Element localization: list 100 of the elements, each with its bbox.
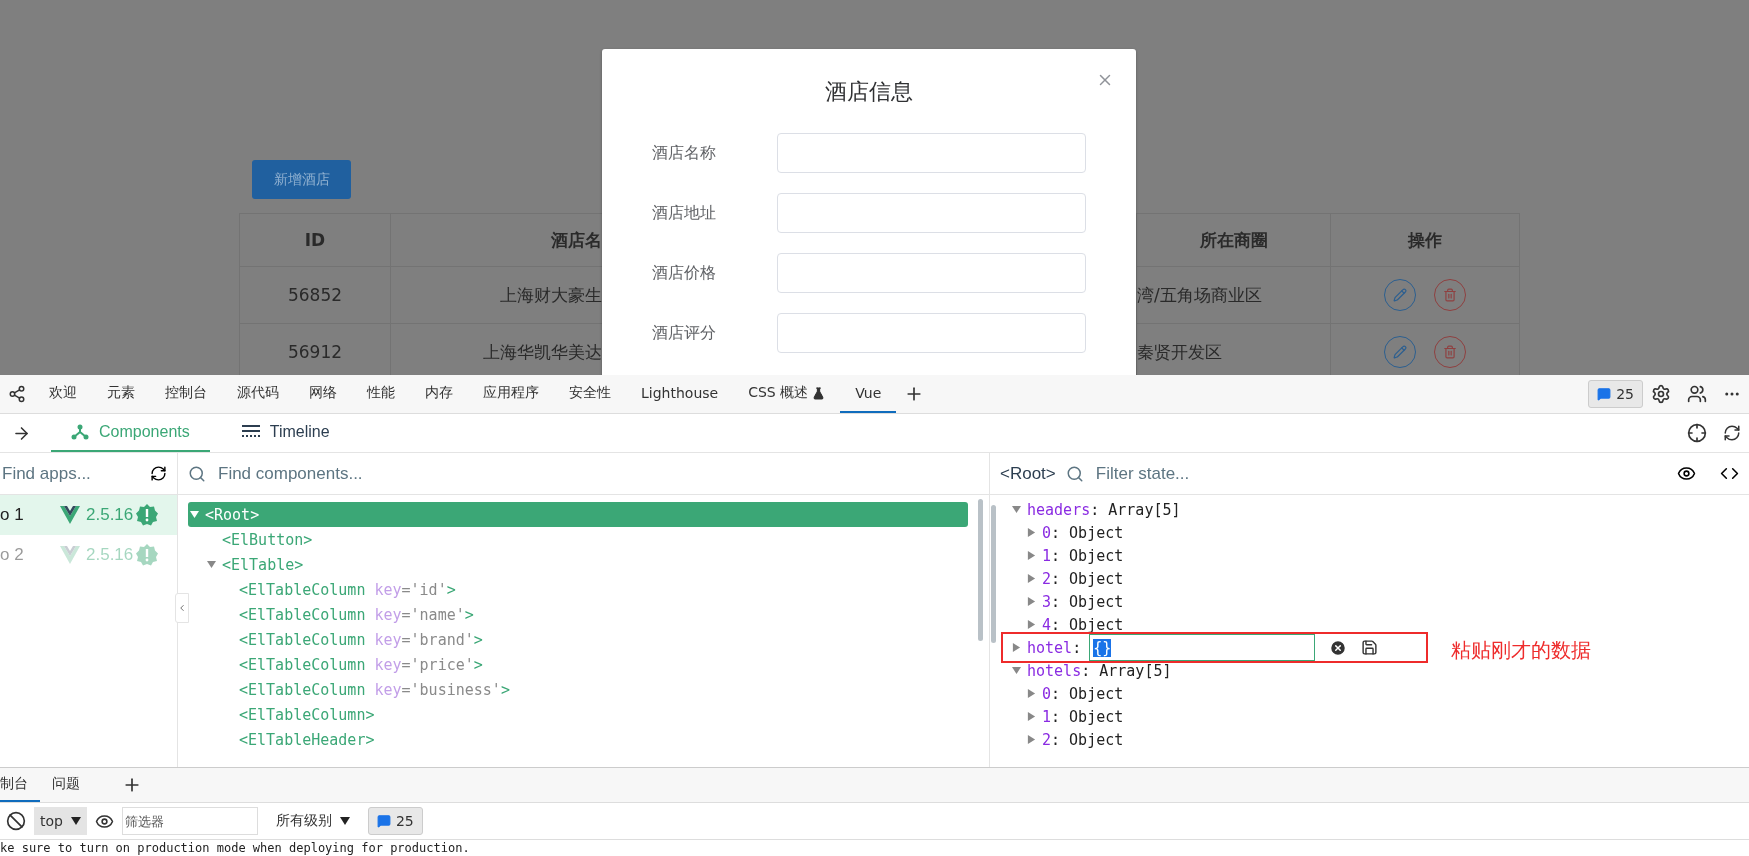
console-message: ke sure to turn on production mode when deploying for production.	[0, 840, 471, 856]
state-key: 2	[1042, 569, 1052, 588]
devtools-tab[interactable]: 源代码	[222, 375, 294, 413]
filter-state-field[interactable]: Filter state...	[1093, 462, 1667, 485]
state-key: 0	[1042, 684, 1052, 703]
panel-tab[interactable]: Timeline	[221, 414, 350, 452]
pencil-icon	[1393, 288, 1407, 302]
input-field[interactable]	[777, 193, 1086, 233]
table-header-cell: ID	[240, 214, 391, 267]
devtools-tab[interactable]: 元素	[92, 375, 150, 413]
input-field[interactable]	[777, 133, 1086, 173]
component-tree-item[interactable]: <ElTableColumn key='business'>	[188, 677, 968, 702]
vue-logo-icon	[60, 506, 80, 524]
devtools-tab[interactable]: 控制台	[150, 375, 222, 413]
refresh-icon[interactable]	[1723, 424, 1741, 442]
state-key: 2	[1042, 730, 1052, 749]
refresh-icon[interactable]	[150, 465, 167, 482]
annotation-text: 粘贴刚才的数据	[1451, 637, 1591, 664]
state-key: hotels	[1027, 661, 1082, 680]
search-icon	[188, 464, 206, 483]
collapsed-caret-icon[interactable]	[1012, 643, 1021, 652]
table-header-cell: 操作	[1331, 214, 1520, 267]
collapsed-caret-icon[interactable]	[1027, 689, 1036, 698]
devtools-tab[interactable]: Lighthouse	[626, 375, 734, 413]
component-tree-item[interactable]: <ElTableColumn key='brand'>	[188, 627, 968, 652]
warning-badge-icon	[136, 504, 158, 526]
devtools-tab[interactable]: 网络	[294, 375, 352, 413]
find-apps-field[interactable]: Find apps...	[0, 462, 140, 485]
expanded-caret-icon[interactable]	[1012, 666, 1021, 675]
tree-nodes-icon	[71, 423, 89, 441]
state-key: 1	[1042, 546, 1052, 565]
devtools-tab[interactable]: Vue	[840, 375, 897, 413]
vue-logo-icon	[60, 546, 80, 564]
devtools-tab[interactable]: 内存	[410, 375, 468, 413]
input-field[interactable]	[777, 253, 1086, 293]
value-input-field[interactable]: {}	[1089, 634, 1316, 661]
levels-dropdown[interactable]: 所有级别	[275, 812, 350, 830]
field-label: 酒店评分	[652, 322, 717, 344]
eye-icon[interactable]	[1677, 464, 1696, 483]
scrollbar-thumb[interactable]	[991, 505, 996, 643]
message-count-badge[interactable]: 25	[1588, 380, 1643, 408]
state-value: : Object	[1051, 730, 1124, 749]
flask-icon	[812, 386, 826, 400]
cancel-icon[interactable]	[1329, 638, 1348, 657]
find-components-field[interactable]: Find components...	[216, 462, 979, 485]
state-value: : Array[5]	[1081, 661, 1172, 680]
collapsed-caret-icon[interactable]	[1027, 735, 1036, 744]
caret-icon	[70, 817, 81, 825]
state-value: : Object	[1051, 684, 1124, 703]
state-value: : Object	[1051, 546, 1124, 565]
collapsed-caret-icon[interactable]	[1027, 597, 1036, 606]
drawer-tab[interactable]: 制台	[0, 768, 40, 802]
people-icon[interactable]	[1687, 384, 1707, 404]
drawer-tab[interactable]: 问题	[40, 768, 92, 802]
devtools-tab[interactable]: 应用程序	[468, 375, 554, 413]
expanded-caret-icon[interactable]	[207, 560, 216, 569]
field-label: 酒店价格	[652, 262, 717, 284]
trash-icon	[1443, 345, 1457, 359]
app-list-item[interactable]: o 1 2.5.16	[0, 495, 177, 535]
search-icon	[1065, 464, 1084, 483]
devtools-tab[interactable]: CSS 概述	[733, 375, 841, 413]
state-key: 0	[1042, 523, 1052, 542]
warning-badge-icon	[136, 544, 158, 566]
state-key: 1	[1042, 707, 1052, 726]
dialog-title: 酒店信息	[824, 78, 914, 106]
state-value: : Array[5]	[1090, 500, 1181, 519]
state-value: : Object	[1051, 615, 1124, 634]
clear-console-icon[interactable]	[6, 811, 26, 831]
collapsed-caret-icon[interactable]	[1027, 574, 1036, 583]
state-value: : Object	[1051, 592, 1124, 611]
message-count-badge[interactable]: 25	[367, 807, 423, 835]
settings-icon[interactable]	[1651, 384, 1671, 404]
filter-field[interactable]: 筛选器	[121, 807, 258, 835]
scrollbar-thumb[interactable]	[978, 499, 983, 641]
state-key: hotel	[1027, 638, 1073, 657]
state-key: 4	[1042, 615, 1052, 634]
target-icon[interactable]	[1687, 423, 1707, 443]
trash-icon	[1443, 288, 1457, 302]
save-icon[interactable]	[1361, 639, 1379, 656]
selected-component-label: <Root>	[1000, 463, 1056, 484]
context-dropdown[interactable]: top	[34, 807, 87, 835]
collapsed-caret-icon[interactable]	[1027, 528, 1036, 537]
input-field[interactable]	[777, 313, 1086, 353]
collapsed-caret-icon[interactable]	[1027, 712, 1036, 721]
state-value: :	[1072, 638, 1082, 657]
state-value: : Object	[1051, 523, 1124, 542]
devtools-tab[interactable]: 欢迎	[34, 375, 92, 413]
collapse-handle[interactable]	[175, 593, 189, 623]
devtools-tab[interactable]: 性能	[352, 375, 410, 413]
table-header-cell: 所在商圈	[1137, 214, 1331, 267]
field-label: 酒店名称	[652, 142, 717, 164]
caret-icon	[339, 817, 350, 825]
state-key: headers	[1027, 500, 1091, 519]
timeline-icon	[241, 425, 260, 439]
expanded-caret-icon[interactable]	[190, 510, 199, 519]
devtools-tab[interactable]: 安全性	[554, 375, 626, 413]
expanded-caret-icon[interactable]	[1012, 505, 1021, 514]
collapsed-caret-icon[interactable]	[1027, 620, 1036, 629]
table-cell: 56852	[240, 267, 391, 324]
collapsed-caret-icon[interactable]	[1027, 551, 1036, 560]
